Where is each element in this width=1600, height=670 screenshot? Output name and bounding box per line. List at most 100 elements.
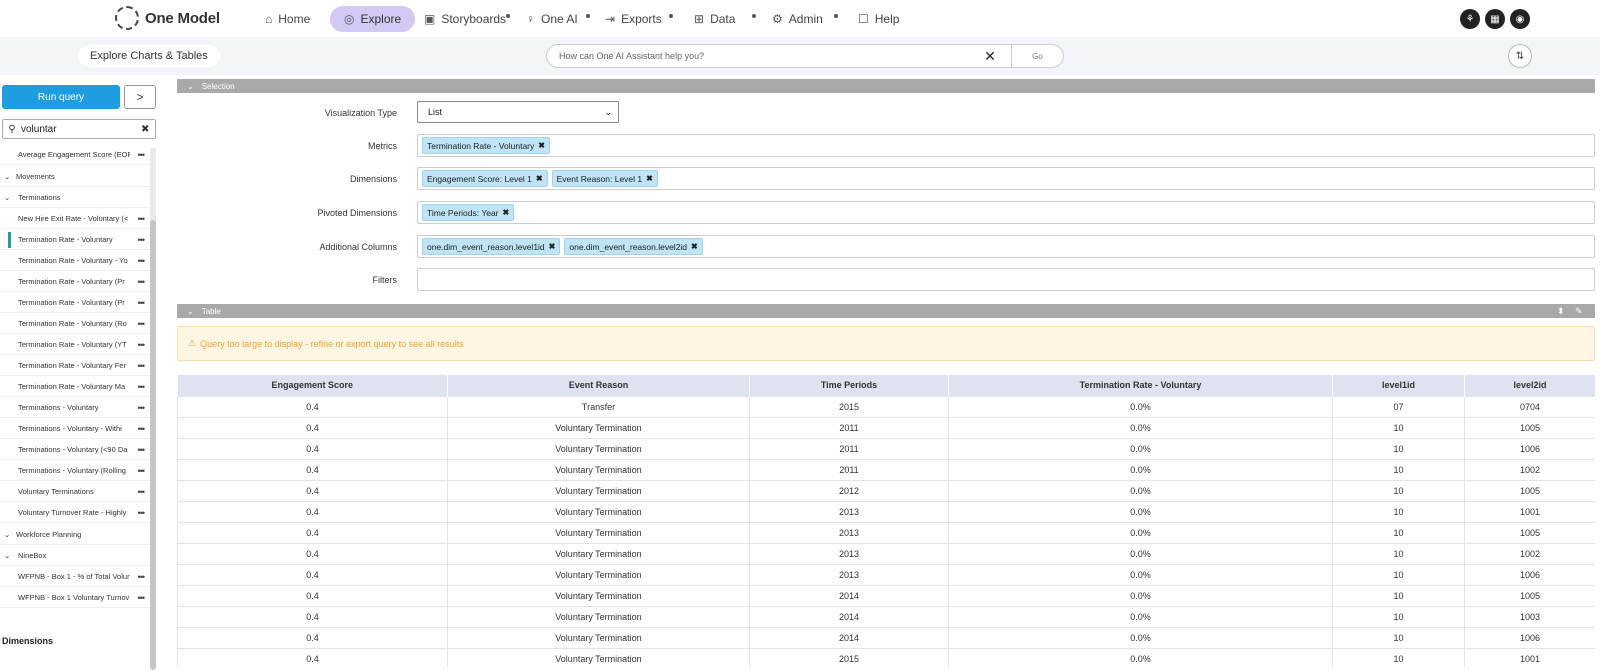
- column-header[interactable]: Time Periods: [749, 375, 949, 396]
- more-options-icon[interactable]: •••: [138, 508, 146, 518]
- more-options-icon[interactable]: •••: [138, 256, 146, 266]
- list-item[interactable]: Terminations - Voluntary - Withi •••: [0, 419, 150, 439]
- more-options-icon[interactable]: •••: [138, 382, 146, 392]
- table-section-header[interactable]: ⌄ Table: [177, 304, 1595, 318]
- org-chart-icon[interactable]: ⚘: [1460, 9, 1480, 29]
- metrics-field[interactable]: Termination Rate - Voluntary ✖: [417, 134, 1595, 157]
- metric-chip[interactable]: Termination Rate - Voluntary ✖: [422, 137, 550, 154]
- run-query-button[interactable]: Run query: [2, 85, 120, 109]
- tree-group-terminations[interactable]: ⌄ Terminations: [0, 188, 150, 208]
- column-header[interactable]: Event Reason: [447, 375, 750, 396]
- remove-chip-icon[interactable]: ✖: [503, 208, 510, 217]
- list-item[interactable]: Termination Rate - Voluntary (Ro •••: [0, 314, 150, 334]
- nav-separator-dot: [586, 14, 590, 18]
- dimension-chip[interactable]: Engagement Score: Level 1 ✖: [422, 170, 548, 187]
- scrollbar-thumb[interactable]: [150, 220, 156, 670]
- list-item[interactable]: Terminations - Voluntary (Rolling •••: [0, 461, 150, 481]
- nav-exports[interactable]: ⇥ Exports: [605, 6, 662, 32]
- table-cell: 0.4: [177, 605, 448, 628]
- remove-chip-icon[interactable]: ✖: [538, 141, 545, 150]
- dimension-chip[interactable]: Event Reason: Level 1 ✖: [551, 170, 658, 187]
- list-item-selected[interactable]: Termination Rate - Voluntary •••: [0, 230, 150, 250]
- more-options-icon[interactable]: •••: [138, 235, 146, 245]
- filters-field[interactable]: [417, 268, 1595, 291]
- remove-chip-icon[interactable]: ✖: [549, 242, 556, 251]
- nav-data[interactable]: ⊞ Data: [694, 6, 735, 32]
- list-item[interactable]: Termination Rate - Voluntary Fer •••: [0, 356, 150, 376]
- more-options-icon[interactable]: •••: [138, 572, 146, 582]
- pin-icon[interactable]: ✎: [1575, 306, 1583, 317]
- additional-columns-field[interactable]: one.dim_event_reason.level1id ✖ one.dim_e…: [417, 235, 1595, 258]
- search-icon: ⚲: [8, 123, 16, 135]
- more-options-icon[interactable]: •••: [138, 466, 146, 476]
- list-item[interactable]: Termination Rate - Voluntary - Yo •••: [0, 251, 150, 271]
- more-options-icon[interactable]: •••: [138, 403, 146, 413]
- calendar-icon[interactable]: ▦: [1485, 9, 1505, 29]
- selection-section-header[interactable]: ⌄ Selection: [177, 79, 1595, 93]
- more-options-icon[interactable]: •••: [138, 214, 146, 224]
- column-header[interactable]: level1id: [1332, 375, 1465, 396]
- expand-sidebar-button[interactable]: >: [124, 85, 156, 109]
- list-item[interactable]: Termination Rate - Voluntary Ma •••: [0, 377, 150, 397]
- additional-column-chip[interactable]: one.dim_event_reason.level1id ✖: [422, 238, 561, 255]
- dimensions-field[interactable]: Engagement Score: Level 1 ✖ Event Reason:…: [417, 167, 1595, 190]
- more-options-icon[interactable]: •••: [138, 340, 146, 350]
- more-options-icon[interactable]: •••: [138, 150, 146, 160]
- nav-storyboards[interactable]: ▣ Storyboards: [424, 6, 506, 32]
- list-item[interactable]: Average Engagement Score (EOP •••: [0, 145, 150, 165]
- pivoted-dimensions-field[interactable]: Time Periods: Year ✖: [417, 201, 1595, 224]
- logo[interactable]: One Model: [115, 6, 220, 30]
- user-icon[interactable]: ◉: [1510, 9, 1530, 29]
- remove-chip-icon[interactable]: ✖: [536, 174, 543, 183]
- list-item[interactable]: Termination Rate - Voluntary (Pr •••: [0, 272, 150, 292]
- more-options-icon[interactable]: •••: [138, 319, 146, 329]
- more-options-icon[interactable]: •••: [138, 361, 146, 371]
- more-options-icon[interactable]: •••: [138, 298, 146, 308]
- column-header[interactable]: Engagement Score: [177, 375, 448, 396]
- clear-icon[interactable]: ✕: [979, 48, 1001, 65]
- remove-chip-icon[interactable]: ✖: [646, 174, 653, 183]
- more-options-icon[interactable]: •••: [138, 445, 146, 455]
- tree-group-ninebox[interactable]: ⌄ NineBox: [0, 546, 150, 566]
- list-item[interactable]: WFPNB - Box 1 - % of Total Volun •••: [0, 567, 150, 587]
- clear-search-icon[interactable]: ✖: [141, 124, 155, 135]
- list-item-label: Termination Rate - Voluntary - Yo: [18, 256, 128, 265]
- more-options-icon[interactable]: •••: [138, 593, 146, 603]
- more-options-icon[interactable]: •••: [138, 424, 146, 434]
- more-options-icon[interactable]: •••: [138, 277, 146, 287]
- list-item[interactable]: Voluntary Terminations •••: [0, 482, 150, 502]
- nav-admin[interactable]: ⚙ Admin: [772, 6, 823, 32]
- column-header[interactable]: level2id: [1464, 375, 1595, 396]
- list-item[interactable]: Termination Rate - Voluntary (Pr •••: [0, 293, 150, 313]
- metric-search-input[interactable]: voluntar: [21, 124, 141, 135]
- list-item[interactable]: Voluntary Turnover Rate - Highly •••: [0, 503, 150, 523]
- export-icon[interactable]: ⬍: [1557, 306, 1565, 317]
- nav-one-ai[interactable]: ♀ One AI: [526, 6, 578, 32]
- nav-help[interactable]: ☐ Help: [858, 6, 899, 32]
- assistant-input[interactable]: How can One AI Assistant help you?: [547, 51, 979, 61]
- list-item-label: Average Engagement Score (EOP: [18, 150, 130, 159]
- settings-sliders-icon[interactable]: ⇅: [1508, 44, 1532, 68]
- chip-label: Time Periods: Year: [427, 207, 499, 218]
- column-header[interactable]: Termination Rate - Voluntary: [948, 375, 1333, 396]
- list-item[interactable]: Termination Rate - Voluntary (YT •••: [0, 335, 150, 355]
- visualization-type-select[interactable]: List ⌄: [417, 101, 619, 123]
- remove-chip-icon[interactable]: ✖: [691, 242, 698, 251]
- list-item[interactable]: New Hire Exit Rate - Voluntary (< •••: [0, 209, 150, 229]
- sidebar-scrollbar[interactable]: [150, 148, 156, 670]
- list-item[interactable]: WFPNB - Box 1 Voluntary Turnov •••: [0, 588, 150, 608]
- list-item[interactable]: Terminations - Voluntary •••: [0, 398, 150, 418]
- metric-search-field[interactable]: ⚲ voluntar ✖: [2, 119, 156, 139]
- additional-column-chip[interactable]: one.dim_event_reason.level2id ✖: [564, 238, 703, 255]
- tree-group-movements[interactable]: ⌄ Movements: [0, 167, 150, 187]
- nav-explore[interactable]: ◎ Explore: [330, 6, 416, 32]
- list-item[interactable]: Terminations - Voluntary (<90 Da •••: [0, 440, 150, 460]
- pivoted-dimension-chip[interactable]: Time Periods: Year ✖: [422, 204, 515, 221]
- go-button[interactable]: Go: [1011, 45, 1063, 67]
- table-cell: 0.4: [177, 479, 448, 502]
- nav-home[interactable]: ⌂ Home: [265, 6, 310, 32]
- more-options-icon[interactable]: •••: [138, 487, 146, 497]
- tree-group-workforce-planning[interactable]: ⌄ Workforce Planning: [0, 525, 150, 545]
- dimensions-heading: Dimensions: [2, 636, 54, 646]
- assistant-search-bar[interactable]: How can One AI Assistant help you? ✕ Go: [546, 44, 1064, 68]
